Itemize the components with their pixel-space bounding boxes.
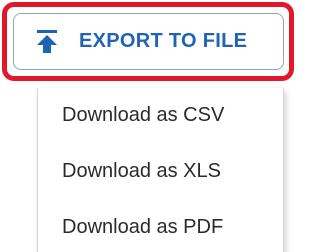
menu-item-download-csv[interactable]: Download as CSV (62, 100, 224, 130)
menu-item-download-xls[interactable]: Download as XLS (62, 156, 221, 186)
export-button-label: EXPORT TO FILE (79, 30, 248, 52)
export-widget: EXPORT TO FILE Download as CSV Download … (0, 0, 303, 252)
export-dropdown-menu: Download as CSV Download as XLS Download… (37, 88, 284, 252)
export-to-file-button[interactable]: EXPORT TO FILE (13, 13, 284, 70)
upload-icon (37, 30, 57, 53)
menu-item-download-pdf[interactable]: Download as PDF (62, 212, 223, 242)
